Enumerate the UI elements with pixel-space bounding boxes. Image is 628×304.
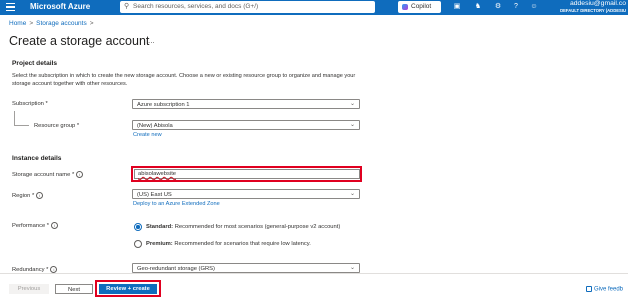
instance-details-heading: Instance details (12, 155, 62, 162)
chevron-down-icon: ⌄ (349, 101, 355, 107)
storage-account-name-input[interactable]: abisolawebsite (134, 169, 360, 179)
resource-group-value: (New) Abisola (137, 123, 173, 129)
breadcrumb-separator: > (89, 20, 94, 27)
storage-account-name-value: abisolawebsite (138, 171, 177, 177)
more-options-icon[interactable]: ... (148, 36, 155, 45)
redundancy-value: Geo-redundant storage (GRS) (137, 266, 215, 272)
breadcrumb: Home > Storage accounts > (9, 20, 97, 27)
standard-title: Standard: (146, 224, 174, 230)
account-email: addesiu@gmail.co (569, 0, 626, 7)
breadcrumb-storage-accounts[interactable]: Storage accounts (36, 20, 87, 27)
next-button[interactable]: Next (55, 284, 93, 294)
chevron-down-icon: ⌄ (349, 265, 355, 271)
search-icon: ⚲ (124, 3, 130, 10)
settings-icon[interactable]: ⚙ (493, 2, 503, 12)
project-details-heading: Project details (12, 60, 58, 67)
account-menu[interactable]: addesiu@gmail.co DEFAULT DIRECTORY (ADDE… (560, 0, 626, 14)
storage-account-name-label-text: Storage account name * (12, 172, 75, 179)
premium-title: Premium: (146, 241, 173, 247)
standard-description: Recommended for most scenarios (general-… (174, 224, 341, 230)
cloud-shell-icon[interactable]: ▣ (452, 2, 462, 12)
account-directory: DEFAULT DIRECTORY (ADDESIU (560, 7, 626, 13)
notifications-icon[interactable]: ♞ (473, 2, 483, 12)
top-bar: Microsoft Azure ⚲ Search resources, serv… (0, 0, 628, 15)
subscription-value: Azure subscription 1 (137, 102, 190, 108)
search-placeholder: Search resources, services, and docs (G+… (133, 3, 259, 10)
resource-group-select[interactable]: (New) Abisola ⌄ (132, 120, 360, 130)
performance-standard-text: Standard: Recommended for most scenarios… (146, 224, 340, 230)
give-feedback-text: Give feedb (594, 286, 624, 293)
info-icon[interactable]: i (76, 171, 84, 178)
project-details-description: Select the subscription in which to crea… (12, 73, 356, 87)
performance-label-text: Performance * (12, 223, 50, 230)
subscription-select[interactable]: Azure subscription 1 ⌄ (132, 99, 360, 109)
previous-button[interactable]: Previous (9, 284, 49, 294)
region-label-text: Region * (12, 193, 35, 200)
info-icon[interactable]: i (36, 192, 44, 199)
chevron-down-icon: ⌄ (349, 122, 355, 128)
redundancy-label: Redundancy * i (12, 266, 58, 273)
info-icon[interactable]: i (51, 222, 59, 229)
performance-label: Performance * i (12, 222, 59, 230)
extended-zone-link[interactable]: Deploy to an Azure Extended Zone (133, 201, 220, 207)
resource-group-label: Resource group * (34, 123, 80, 129)
review-create-button[interactable]: Review + create (99, 284, 157, 294)
help-icon[interactable]: ? (511, 2, 521, 12)
menu-icon[interactable] (6, 3, 15, 12)
region-label: Region * i (12, 192, 44, 200)
premium-description: Recommended for scenarios that require l… (174, 241, 311, 247)
breadcrumb-home[interactable]: Home (9, 20, 26, 27)
subscription-label: Subscription * (12, 101, 48, 107)
copilot-button[interactable]: Copilot (398, 1, 441, 13)
create-new-link[interactable]: Create new (133, 132, 162, 138)
brand-title[interactable]: Microsoft Azure (30, 2, 90, 11)
performance-standard-radio[interactable] (134, 223, 142, 231)
feedback-icon (586, 286, 592, 292)
info-icon[interactable]: i (50, 266, 58, 273)
region-value: (US) East US (137, 192, 172, 198)
storage-account-name-label: Storage account name * i (12, 171, 84, 179)
page-title: Create a storage account (9, 34, 150, 48)
performance-premium-radio[interactable] (134, 240, 142, 248)
feedback-icon[interactable]: ☺ (529, 2, 539, 12)
copilot-label: Copilot (411, 3, 432, 10)
tree-connector (14, 111, 29, 126)
chevron-down-icon: ⌄ (349, 191, 355, 197)
search-input[interactable]: ⚲ Search resources, services, and docs (… (120, 1, 375, 13)
breadcrumb-separator: > (29, 20, 34, 27)
region-select[interactable]: (US) East US ⌄ (132, 189, 360, 199)
copilot-icon (402, 4, 408, 10)
redundancy-select[interactable]: Geo-redundant storage (GRS) ⌄ (132, 263, 360, 273)
give-feedback-link[interactable]: Give feedb (586, 286, 623, 293)
performance-premium-text: Premium: Recommended for scenarios that … (146, 241, 311, 247)
